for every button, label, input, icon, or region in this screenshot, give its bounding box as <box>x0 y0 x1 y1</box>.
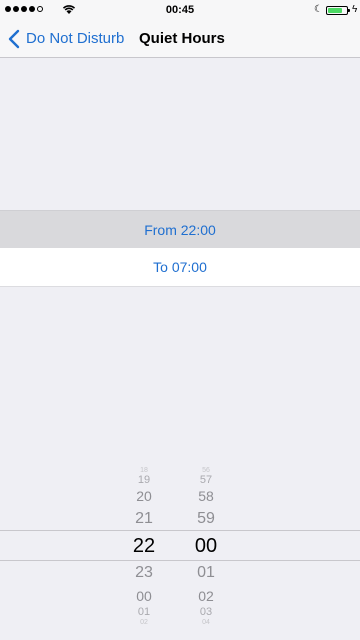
hour-option[interactable]: 23 <box>124 564 164 582</box>
page-title: Quiet Hours <box>139 30 225 47</box>
from-time-label: From 22:00 <box>144 222 216 238</box>
minute-option[interactable]: 59 <box>186 510 226 528</box>
minute-option[interactable]: 58 <box>186 488 226 504</box>
hour-option[interactable]: 21 <box>124 510 164 528</box>
picker-selection-bottom-line <box>0 560 360 561</box>
battery-icon <box>326 6 350 15</box>
hour-option[interactable]: 18 <box>124 467 164 474</box>
chevron-left-icon <box>8 29 20 48</box>
minute-option[interactable]: 04 <box>186 619 226 626</box>
hour-option[interactable]: 00 <box>124 588 164 604</box>
hour-selected[interactable]: 22 <box>124 535 164 558</box>
to-time-row[interactable]: To 07:00 <box>0 248 360 287</box>
minute-option[interactable]: 56 <box>186 467 226 474</box>
from-time-row[interactable]: From 22:00 <box>0 210 360 249</box>
moon-icon: ☾ <box>314 4 323 15</box>
status-time: 00:45 <box>165 4 195 16</box>
hour-option[interactable]: 20 <box>124 488 164 504</box>
minute-wheel[interactable]: 56 57 58 59 00 01 02 03 04 <box>186 460 226 640</box>
minute-option[interactable]: 02 <box>186 588 226 604</box>
back-button[interactable]: Do Not Disturb <box>8 20 124 57</box>
hour-option[interactable]: 01 <box>124 606 164 618</box>
hour-option[interactable]: 02 <box>124 619 164 626</box>
picker-selection-top-line <box>0 530 360 531</box>
to-time-label: To 07:00 <box>153 259 207 275</box>
minute-option[interactable]: 01 <box>186 564 226 582</box>
nav-bar: Do Not Disturb Quiet Hours <box>0 20 360 58</box>
hour-wheel[interactable]: 18 19 20 21 22 23 00 01 02 <box>124 460 164 640</box>
minute-selected[interactable]: 00 <box>186 535 226 558</box>
time-picker[interactable]: 18 19 20 21 22 23 00 01 02 56 57 58 59 0… <box>0 460 360 640</box>
minute-option[interactable]: 03 <box>186 606 226 618</box>
hour-option[interactable]: 19 <box>124 474 164 486</box>
charging-icon: ϟ <box>352 4 358 15</box>
back-button-label: Do Not Disturb <box>26 30 125 47</box>
status-bar: 00:45 ☾ ϟ <box>0 0 360 20</box>
minute-option[interactable]: 57 <box>186 474 226 486</box>
